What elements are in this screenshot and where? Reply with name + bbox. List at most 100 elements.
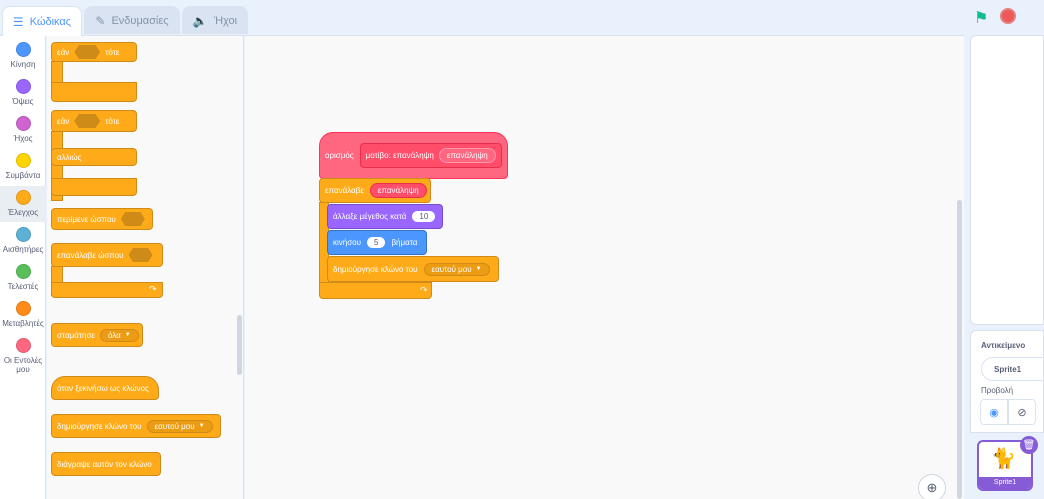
category-menu: Κίνηση Όψεις Ήχος Συμβάντα Έλεγχος Αισθη… bbox=[0, 35, 46, 499]
stop-icon[interactable] bbox=[1000, 8, 1016, 24]
dropdown-value: εαυτού μου bbox=[431, 264, 472, 274]
category-dot bbox=[15, 227, 31, 242]
code-icon: ☰ bbox=[12, 14, 24, 29]
tab-label: Ήχοι bbox=[213, 14, 238, 27]
parameter-reporter[interactable]: επανάληψη bbox=[438, 148, 496, 163]
category-label: Μεταβλητές bbox=[2, 319, 44, 328]
block-text: τότε bbox=[105, 116, 120, 126]
trash-icon[interactable]: 🗑 bbox=[1020, 436, 1038, 454]
tab-sounds[interactable]: 🔈 Ήχοι bbox=[182, 6, 248, 34]
sprite-name-field[interactable]: Sprite1 bbox=[981, 357, 1044, 381]
category-variables[interactable]: Μεταβλητές bbox=[0, 297, 46, 333]
block-text: άλλαξε μέγεθος κατά bbox=[333, 212, 407, 221]
if-then-else-block[interactable]: εάν τότε bbox=[51, 110, 137, 132]
category-sound[interactable]: Ήχος bbox=[0, 112, 46, 148]
block-text: μοτίβο: επανάληψη bbox=[365, 151, 434, 160]
c-arm bbox=[51, 178, 137, 196]
block-text: επανάλαβε bbox=[325, 186, 364, 195]
zoom-in-icon[interactable]: ⊕ bbox=[918, 474, 946, 499]
repeat-until-block[interactable]: επανάλαβε ώσπου bbox=[51, 243, 163, 267]
category-label: Κίνηση bbox=[10, 60, 36, 69]
block-palette: εάν τότε εάν τότε αλλιώς περίμενε ώσπου … bbox=[47, 35, 244, 499]
condition-slot[interactable] bbox=[128, 248, 153, 262]
size-input[interactable]: 10 bbox=[412, 211, 436, 222]
define-block[interactable]: ορισμός μοτίβο: επανάληψη επανάληψη bbox=[319, 132, 508, 179]
speaker-icon: 🔈 bbox=[192, 13, 208, 28]
when-clone-hat-block[interactable]: όταν ξεκινήσω ως κλώνος bbox=[51, 376, 159, 400]
loop-arrow-icon: ↷ bbox=[420, 285, 428, 295]
chevron-down-icon: ▼ bbox=[198, 423, 205, 429]
costume-icon: ✎ bbox=[95, 13, 106, 28]
tab-code[interactable]: ☰ Κώδικας bbox=[2, 6, 82, 36]
c-arm bbox=[51, 282, 163, 298]
delete-clone-block[interactable]: διάγραψε αυτόν τον κλώνο bbox=[51, 452, 161, 476]
category-label: Αισθητήρες bbox=[2, 245, 44, 254]
move-steps-block[interactable]: κινήσου 5 βήματα bbox=[327, 230, 427, 255]
dropdown-value: εαυτού μου bbox=[154, 421, 195, 431]
category-dot bbox=[15, 153, 31, 168]
tab-label: Κώδικας bbox=[29, 15, 72, 28]
c-arm bbox=[319, 282, 432, 299]
stop-dropdown[interactable]: όλα ▼ bbox=[99, 328, 139, 342]
category-dot bbox=[15, 338, 31, 353]
block-text: δημιούργησε κλώνο του bbox=[57, 421, 142, 431]
stop-block[interactable]: σταμάτησε όλα ▼ bbox=[51, 323, 143, 347]
category-dot bbox=[15, 301, 31, 316]
create-clone-block[interactable]: δημιούργησε κλώνο του εαυτού μου ▼ bbox=[51, 414, 221, 438]
loop-arrow-icon: ↷ bbox=[149, 284, 157, 294]
sprite-thumbnail-name: Sprite1 bbox=[979, 477, 1031, 489]
block-text: επανάλαβε ώσπου bbox=[57, 250, 124, 260]
category-my-blocks[interactable]: Οι Εντολές μου bbox=[0, 334, 46, 378]
palette-scrollbar[interactable] bbox=[237, 315, 242, 375]
category-control[interactable]: Έλεγχος bbox=[0, 186, 46, 222]
block-text: σταμάτησε bbox=[57, 330, 95, 340]
eye-hidden-icon: ⊘ bbox=[1017, 406, 1027, 419]
category-label: Τελεστές bbox=[7, 282, 39, 291]
steps-input[interactable]: 5 bbox=[367, 237, 386, 248]
dropdown-value: όλα bbox=[107, 330, 121, 340]
tab-costumes[interactable]: ✎ Ενδυμασίες bbox=[84, 6, 180, 34]
clone-target-dropdown[interactable]: εαυτού μου ▼ bbox=[146, 419, 213, 433]
chevron-down-icon: ▼ bbox=[124, 332, 131, 338]
hide-sprite-button[interactable]: ⊘ bbox=[1008, 399, 1036, 425]
category-label: Έλεγχος bbox=[7, 208, 39, 217]
stage[interactable] bbox=[970, 35, 1044, 325]
chevron-down-icon: ▼ bbox=[475, 266, 482, 272]
block-text: ορισμός bbox=[325, 151, 354, 160]
block-text: τότε bbox=[105, 47, 120, 57]
cat-sprite-icon: 🐈 bbox=[991, 448, 1016, 470]
condition-slot[interactable] bbox=[120, 212, 145, 226]
category-dot bbox=[15, 116, 31, 131]
category-dot bbox=[15, 79, 31, 94]
repeat-block[interactable]: επανάλαβε επανάληψη bbox=[319, 178, 431, 203]
custom-block-prototype[interactable]: μοτίβο: επανάληψη επανάληψη bbox=[359, 143, 502, 168]
wait-until-block[interactable]: περίμενε ώσπου bbox=[51, 208, 153, 230]
category-events[interactable]: Συμβάντα bbox=[0, 149, 46, 185]
condition-slot[interactable] bbox=[74, 45, 101, 59]
green-flag-icon[interactable]: ⚑ bbox=[974, 8, 988, 28]
category-dot bbox=[15, 42, 31, 57]
category-label: Συμβάντα bbox=[5, 171, 41, 180]
category-sensing[interactable]: Αισθητήρες bbox=[0, 223, 46, 259]
code-scrollbar[interactable] bbox=[957, 200, 962, 499]
else-label: αλλιώς bbox=[51, 148, 137, 166]
category-dot bbox=[15, 190, 31, 205]
sprite-label: Αντικείμενο bbox=[981, 341, 1026, 350]
category-label: Ήχος bbox=[13, 134, 33, 143]
category-motion[interactable]: Κίνηση bbox=[0, 38, 46, 74]
if-then-block[interactable]: εάν τότε bbox=[51, 42, 137, 62]
condition-slot[interactable] bbox=[74, 114, 101, 128]
change-size-block[interactable]: άλλαξε μέγεθος κατά 10 bbox=[327, 204, 443, 229]
clone-target-dropdown[interactable]: εαυτού μου ▼ bbox=[423, 262, 490, 276]
block-text: όταν ξεκινήσω ως κλώνος bbox=[57, 383, 149, 393]
category-dot bbox=[15, 264, 31, 279]
scratch-editor: ☰ Κώδικας ✎ Ενδυμασίες 🔈 Ήχοι ⚑ Κίνηση Ό… bbox=[0, 0, 1044, 499]
block-text: βήματα bbox=[391, 238, 418, 247]
show-sprite-button[interactable]: ◉ bbox=[980, 399, 1008, 425]
block-text: εάν bbox=[57, 116, 70, 126]
block-text: εάν bbox=[57, 47, 70, 57]
category-looks[interactable]: Όψεις bbox=[0, 75, 46, 111]
create-clone-block[interactable]: δημιούργησε κλώνο του εαυτού μου ▼ bbox=[327, 256, 499, 282]
category-operators[interactable]: Τελεστές bbox=[0, 260, 46, 296]
parameter-reporter[interactable]: επανάληψη bbox=[369, 183, 427, 198]
